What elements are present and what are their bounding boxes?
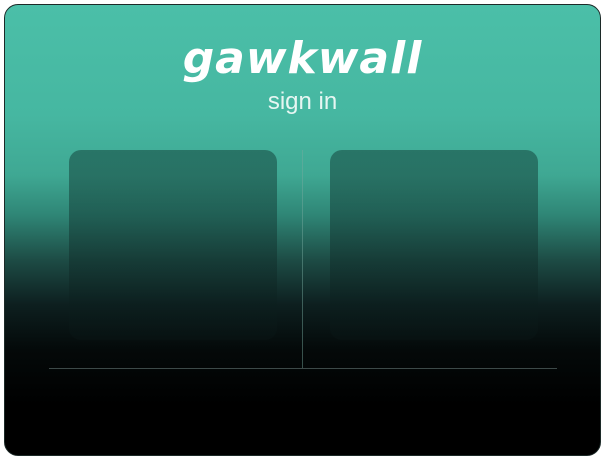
app-logo: gawkwall <box>182 33 423 84</box>
sign-in-option-right[interactable] <box>330 150 538 340</box>
page-title: sign in <box>267 88 338 115</box>
vertical-divider <box>302 150 303 368</box>
sign-in-window: gawkwall sign in <box>4 4 601 456</box>
horizontal-divider <box>49 368 557 369</box>
sign-in-option-left[interactable] <box>69 150 277 340</box>
